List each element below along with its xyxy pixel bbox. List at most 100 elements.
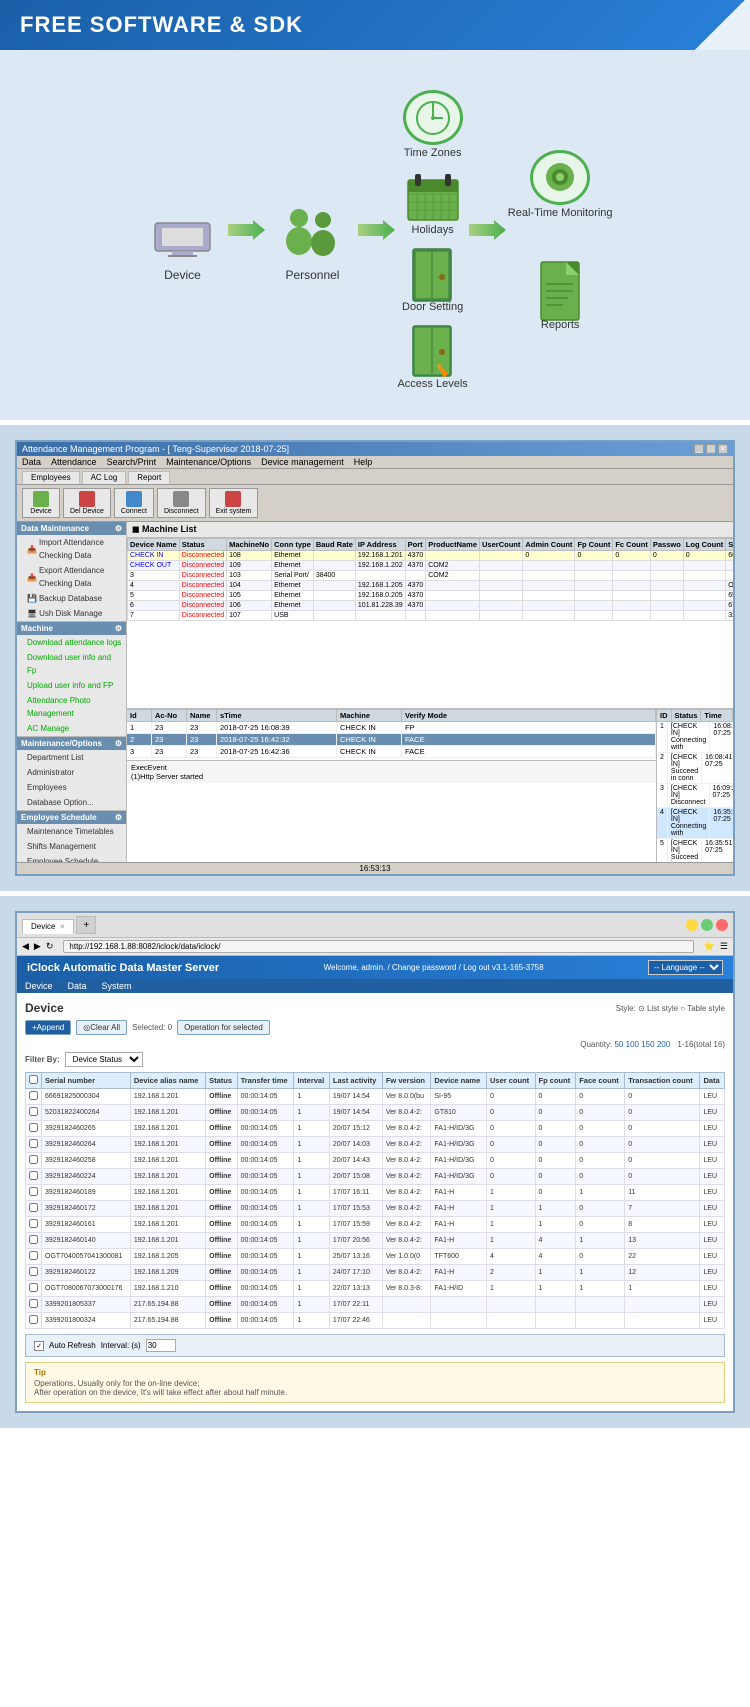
toolbar-exit[interactable]: Exit system xyxy=(209,488,259,518)
sidebar-dept[interactable]: Department List xyxy=(17,750,126,765)
row-check[interactable] xyxy=(29,1139,38,1148)
sidebar-header-machine[interactable]: Machine⚙ xyxy=(17,622,126,635)
row-check[interactable] xyxy=(29,1251,38,1260)
filter-select[interactable]: Device Status xyxy=(65,1052,143,1067)
device-row[interactable]: 3929182460265192.168.1.201 Offline 00:00… xyxy=(26,1121,725,1137)
browser-minimize[interactable] xyxy=(686,919,698,931)
menu-help[interactable]: Help xyxy=(354,457,373,467)
sidebar-download-logs[interactable]: Download attendance logs xyxy=(17,635,126,650)
menu-search[interactable]: Search/Print xyxy=(107,457,157,467)
row-check[interactable] xyxy=(29,1107,38,1116)
device-row[interactable]: 3929182460122192.168.1.209 Offline 00:00… xyxy=(26,1265,725,1281)
device-row[interactable]: 3929182460258192.168.1.201 Offline 00:00… xyxy=(26,1153,725,1169)
sidebar-employees[interactable]: Employees xyxy=(17,780,126,795)
sidebar-shifts[interactable]: Shifts Management xyxy=(17,839,126,854)
interval-input[interactable] xyxy=(146,1339,176,1352)
device-row[interactable]: OGT7040057041300081192.168.1.205 Offline… xyxy=(26,1249,725,1265)
operation-btn[interactable]: Operation for selected xyxy=(177,1020,270,1035)
row-check[interactable] xyxy=(29,1171,38,1180)
log-row-2[interactable]: 2 23 23 2018-07-25 16:42:32 CHECK IN FAC… xyxy=(127,734,656,746)
sidebar-db[interactable]: Database Option... xyxy=(17,795,126,810)
row-check[interactable] xyxy=(29,1203,38,1212)
qty-50[interactable]: 50 xyxy=(614,1040,623,1049)
browser-tab-device[interactable]: Device ✕ xyxy=(22,919,74,934)
row-check[interactable] xyxy=(29,1219,38,1228)
table-row[interactable]: 6 Disconnected 106 Ethernet 101.81.228.3… xyxy=(128,601,734,611)
toolbar-connect[interactable]: Connect xyxy=(114,488,154,518)
device-row[interactable]: 66691825000304192.168.1.201 Offline 00:0… xyxy=(26,1089,725,1105)
menu-data[interactable]: Data xyxy=(22,457,41,467)
menu-device[interactable]: Device management xyxy=(261,457,344,467)
sidebar-upload-user[interactable]: Upload user info and FP xyxy=(17,678,126,693)
menu-attendance[interactable]: Attendance xyxy=(51,457,97,467)
win-controls[interactable]: _ □ ✕ xyxy=(694,444,728,454)
device-row[interactable]: 52031822400264192.168.1.201 Offline 00:0… xyxy=(26,1105,725,1121)
sidebar-download-user[interactable]: Download user info and Fp xyxy=(17,650,126,678)
device-row[interactable]: 3399201805337217.65.194.88 Offline 00:00… xyxy=(26,1297,725,1313)
win-menubar[interactable]: Data Attendance Search/Print Maintenance… xyxy=(17,456,733,469)
sidebar-ac[interactable]: AC Manage xyxy=(17,721,126,736)
device-row[interactable]: 3399201800324217.65.194.88 Offline 00:00… xyxy=(26,1313,725,1329)
refresh-button[interactable]: ↻ xyxy=(46,941,54,952)
log-row-3[interactable]: 3 23 23 2018-07-25 16:42:36 CHECK IN FAC… xyxy=(127,746,656,758)
toolbar-del-device[interactable]: Del Device xyxy=(63,488,111,518)
nav-device[interactable]: Device xyxy=(25,981,53,991)
table-row[interactable]: 7 Disconnected 107 USB 3204 xyxy=(128,611,734,621)
qty-100[interactable]: 100 xyxy=(626,1040,639,1049)
auto-refresh-check[interactable]: ✓ xyxy=(34,1341,44,1351)
sidebar-photo[interactable]: Attendance Photo Management xyxy=(17,693,126,721)
row-check[interactable] xyxy=(29,1315,38,1324)
row-check[interactable] xyxy=(29,1155,38,1164)
bookmark-icon[interactable]: ⭐ xyxy=(704,941,715,952)
row-check[interactable] xyxy=(29,1299,38,1308)
sidebar-emp-schedule[interactable]: Employee Schedule xyxy=(17,854,126,862)
browser-window-controls[interactable] xyxy=(686,919,728,931)
row-check[interactable] xyxy=(29,1123,38,1132)
log-row-1[interactable]: 1 23 23 2018-07-25 16:08:39 CHECK IN FP xyxy=(127,722,656,734)
machine-table-container[interactable]: Device Name Status MachineNo Conn type B… xyxy=(127,538,733,708)
device-row[interactable]: 3929182460189192.168.1.201 Offline 00:00… xyxy=(26,1185,725,1201)
style-toggle[interactable]: Style: ⊙ List style ○ Table style xyxy=(616,1004,725,1013)
menu-icon[interactable]: ☰ xyxy=(720,941,728,952)
back-button[interactable]: ◀ xyxy=(22,941,29,952)
qty-150[interactable]: 150 xyxy=(641,1040,654,1049)
menu-maintenance[interactable]: Maintenance/Options xyxy=(166,457,251,467)
sidebar-timetables[interactable]: Maintenance Timetables xyxy=(17,824,126,839)
win-close[interactable]: ✕ xyxy=(718,444,728,454)
sidebar-export[interactable]: 📤Export Attendance Checking Data xyxy=(17,563,126,591)
device-row[interactable]: 3929182460140192.168.1.201 Offline 00:00… xyxy=(26,1233,725,1249)
clear-all-btn[interactable]: ◎Clear All xyxy=(76,1020,127,1035)
sidebar-admin[interactable]: Administrator xyxy=(17,765,126,780)
address-bar[interactable]: http://192.168.1.88:8082/iclock/data/icl… xyxy=(63,940,693,953)
sidebar-usb[interactable]: 🖥Ush Disk Manage xyxy=(17,606,126,621)
table-row[interactable]: 3 Disconnected 103 Serial Port/ 38400 CO… xyxy=(128,571,734,581)
win-maximize[interactable]: □ xyxy=(706,444,716,454)
device-row[interactable]: OGT7080067073000176192.168.1.210 Offline… xyxy=(26,1281,725,1297)
row-check[interactable] xyxy=(29,1091,38,1100)
select-all-check[interactable] xyxy=(29,1075,38,1084)
table-row[interactable]: 5 Disconnected 105 Ethernet 192.168.0.20… xyxy=(128,591,734,601)
language-select[interactable]: -- Language -- xyxy=(648,960,723,975)
device-table-container[interactable]: Serial number Device alias name Status T… xyxy=(25,1072,725,1329)
row-check[interactable] xyxy=(29,1267,38,1276)
tab-aclog[interactable]: AC Log xyxy=(82,471,127,484)
tab-report[interactable]: Report xyxy=(128,471,170,484)
new-tab-btn[interactable]: + xyxy=(76,916,96,934)
row-check[interactable] xyxy=(29,1283,38,1292)
row-check[interactable] xyxy=(29,1235,38,1244)
win-minimize[interactable]: _ xyxy=(694,444,704,454)
device-row[interactable]: 3929182460224192.168.1.201 Offline 00:00… xyxy=(26,1169,725,1185)
device-row[interactable]: 3929182460161192.168.1.201 Offline 00:00… xyxy=(26,1217,725,1233)
tab-employees[interactable]: Employees xyxy=(22,471,80,484)
sidebar-header-data[interactable]: Data Maintenance⚙ xyxy=(17,522,126,535)
browser-close[interactable] xyxy=(716,919,728,931)
row-check[interactable] xyxy=(29,1187,38,1196)
table-row[interactable]: CHECK OUT Disconnected 109 Ethernet 192.… xyxy=(128,561,734,571)
toolbar-disconnect[interactable]: Disconnect xyxy=(157,488,206,518)
sidebar-header-schedule[interactable]: Employee Schedule⚙ xyxy=(17,811,126,824)
nav-system[interactable]: System xyxy=(102,981,132,991)
table-row[interactable]: CHECK IN Disconnected 108 Ethernet 192.1… xyxy=(128,551,734,561)
sidebar-import[interactable]: 📥Import Attendance Checking Data xyxy=(17,535,126,563)
append-btn[interactable]: +Append xyxy=(25,1020,71,1035)
qty-200[interactable]: 200 xyxy=(657,1040,670,1049)
